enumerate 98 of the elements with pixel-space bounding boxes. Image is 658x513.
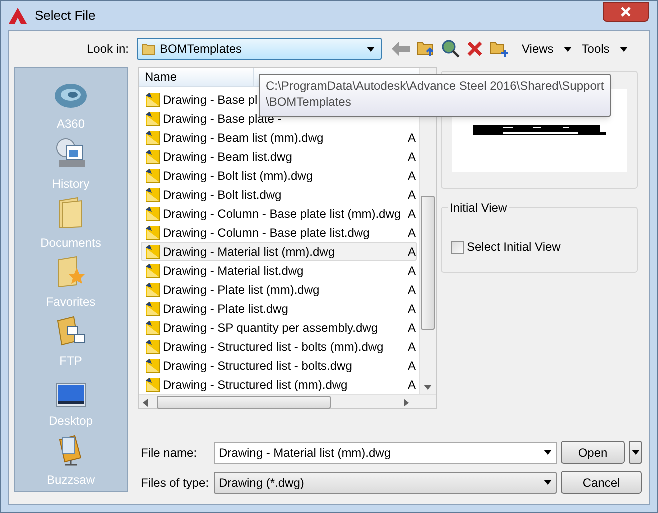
file-name-cell-text: Drawing - Plate list (mm).dwg (163, 282, 320, 298)
folder-icon (142, 42, 156, 56)
drawing-file-icon (146, 358, 160, 372)
file-row[interactable]: Drawing - Material list.dwg A (141, 261, 417, 280)
file-row[interactable]: Drawing - Column - Base plate list.dwg A (141, 223, 417, 242)
open-button[interactable]: Open (561, 441, 625, 464)
table-cell-text: A (408, 262, 416, 280)
file-row[interactable]: Drawing - Structured list - bolts (mm).dwg A (141, 337, 417, 356)
monitor-icon (56, 382, 86, 407)
scroll-down-icon[interactable] (424, 385, 432, 390)
drawing-file-icon (146, 112, 160, 126)
file-row[interactable]: Drawing - Column - Base plate list (mm).dwg A (141, 204, 417, 223)
drawing-file-icon (146, 302, 160, 316)
file-name-cell-text: Drawing - Beam list (mm).dwg (163, 130, 324, 146)
file-name-cell-text: Drawing - Material list.dwg (163, 262, 304, 280)
folder-icon (58, 196, 84, 229)
drawing-file-icon (146, 226, 160, 240)
drawing-file-icon (146, 282, 160, 296)
caret-icon (564, 46, 572, 52)
file-row[interactable]: Drawing - Plate list (mm).dwg A (141, 280, 417, 299)
file-name-cell-text: Drawing - Base pl (163, 92, 258, 108)
drawing-file-icon (146, 206, 160, 220)
table-cell-text: A (408, 300, 416, 318)
table-cell-text: A (408, 358, 416, 374)
table-cell-text: A (408, 320, 416, 336)
file-name-cell-text: Drawing - Beam list.dwg (163, 148, 292, 166)
caret-icon (367, 46, 375, 52)
table-cell-text: A (408, 224, 416, 242)
table-cell-text: A (408, 186, 416, 204)
drawing-file-icon (146, 320, 160, 334)
drawing-file-icon (146, 130, 160, 144)
table-cell-text: A (408, 168, 416, 184)
computer-clock-icon (55, 138, 87, 170)
horizontal-scrollbar[interactable] (139, 394, 436, 408)
file-type-dropdown[interactable]: Drawing (*.dwg) (214, 472, 557, 494)
app-logo-icon (9, 8, 27, 24)
caret-icon (632, 450, 640, 455)
drawing-file-icon (146, 150, 160, 164)
path-tooltip: C:\ProgramData\Autodesk\Advance Steel 2016\Shared\Support \BOMTemplates (259, 74, 611, 117)
file-name-label: File name: (140, 444, 198, 462)
delete-icon[interactable] (467, 41, 483, 57)
drawing-file-icon (146, 188, 160, 202)
file-name-cell-text: Drawing - Column - Base plate list.dwg (163, 224, 370, 242)
folder-up-icon[interactable] (417, 41, 435, 57)
caret-icon (544, 480, 552, 485)
close-icon (621, 6, 631, 16)
drawing-file-icon (146, 264, 160, 278)
scroll-left-icon[interactable] (143, 399, 148, 407)
table-cell-text: A (408, 130, 416, 146)
file-row[interactable]: Drawing - SP quantity per assembly.dwg A (141, 318, 417, 337)
drawing-file-icon (146, 340, 160, 354)
caret-icon (620, 46, 628, 52)
table-cell-text: A (408, 376, 416, 394)
file-name-cell-text: Drawing - SP quantity per assembly.dwg (163, 320, 378, 336)
look-in-dropdown[interactable]: BOMTemplates (137, 38, 382, 60)
table-cell-text: A (408, 244, 416, 260)
search-web-icon[interactable] (442, 40, 460, 58)
file-row[interactable]: Drawing - Bolt list.dwg A (141, 185, 417, 204)
file-name-cell-text: Drawing - Plate list.dwg (163, 300, 288, 318)
file-row[interactable]: Drawing - Structured list (mm).dwg A (141, 375, 417, 394)
file-name-cell-text: Drawing - Structured list - bolts (mm).dwg (163, 338, 384, 356)
drawing-file-icon (146, 92, 160, 106)
file-type-label: Files of type: (140, 474, 210, 492)
close-button[interactable] (603, 2, 649, 22)
file-row[interactable]: Drawing - Structured list - bolts.dwg A (141, 356, 417, 375)
drawing-file-icon (146, 168, 160, 182)
table-cell-text: A (408, 206, 416, 222)
file-row[interactable]: Drawing - Beam list.dwg A (141, 147, 417, 166)
checkbox-label[interactable]: Select Initial View (467, 238, 561, 256)
dropdown-button[interactable] (629, 441, 642, 464)
new-folder-icon[interactable] (490, 41, 508, 57)
file-name-cell-text: Drawing - Structured list (mm).dwg (163, 376, 348, 394)
swirl-icon (54, 82, 88, 110)
cancel-button[interactable]: Cancel (561, 471, 642, 494)
folder-star-icon (57, 256, 85, 288)
file-row[interactable]: Drawing - Bolt list (mm).dwg A (141, 166, 417, 185)
drawing-file-icon (146, 378, 160, 392)
file-name-cell-text: Drawing - Bolt list (mm).dwg (163, 168, 314, 184)
table-cell-text: A (408, 338, 416, 356)
table-cell-text: A (408, 148, 416, 166)
file-name-cell-text: Drawing - Structured list - bolts.dwg (163, 358, 352, 374)
file-name-cell-text: Drawing - Column - Base plate list (mm).dwg (163, 206, 402, 222)
checkbox[interactable] (451, 240, 464, 254)
caret-icon (544, 450, 552, 455)
look-in-label: Look in: (86, 41, 130, 58)
file-name-cell-text: Drawing - Bolt list.dwg (163, 186, 282, 204)
folder-network-icon (56, 315, 86, 348)
drawing-file-icon (146, 244, 160, 258)
table-cell-text: A (408, 282, 416, 298)
file-row[interactable]: Drawing - Plate list.dwg A (141, 299, 417, 318)
file-name-cell-text: Drawing - Material list (mm).dwg (163, 244, 336, 260)
toolbar-menu[interactable]: Views (522, 40, 572, 58)
scroll-right-icon[interactable] (404, 399, 409, 407)
file-name-field[interactable]: Drawing - Material list (mm).dwg (214, 442, 557, 464)
file-row[interactable]: Drawing - Material list (mm).dwg A (141, 242, 417, 261)
file-row[interactable]: Drawing - Beam list (mm).dwg A (141, 128, 417, 147)
toolbar-menu[interactable]: Tools (582, 40, 628, 58)
window-title: Select File (35, 6, 96, 25)
